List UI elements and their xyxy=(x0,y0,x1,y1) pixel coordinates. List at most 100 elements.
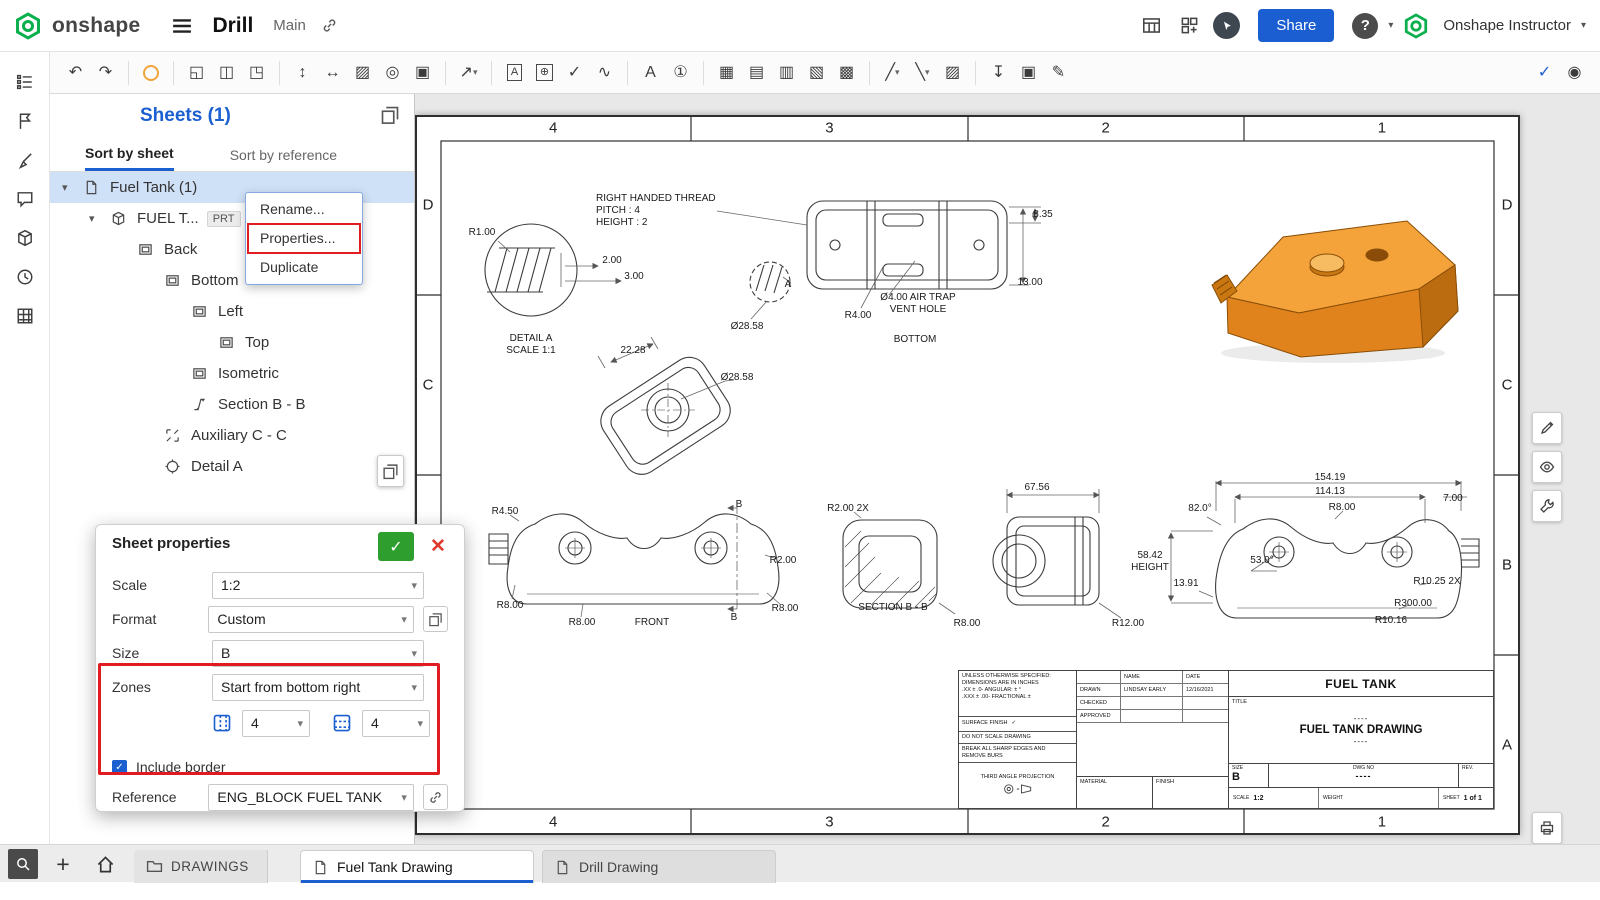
parts-list-icon[interactable] xyxy=(8,221,42,255)
edit-sheet-button[interactable] xyxy=(1532,412,1562,444)
surface-finish-label: SURFACE FINISH xyxy=(962,720,1008,727)
tree-item-isometric[interactable]: Isometric xyxy=(50,358,414,389)
tables-panel-icon[interactable] xyxy=(8,299,42,333)
broken-out-section-icon[interactable]: ▨ xyxy=(349,59,376,86)
main-menu-icon[interactable] xyxy=(172,18,192,34)
confirm-button[interactable]: ✓ xyxy=(378,532,414,561)
line-style-icon[interactable]: ╲ ▾ xyxy=(909,59,936,86)
dimension-check-icon[interactable]: ✓ xyxy=(1531,59,1558,86)
note-icon[interactable]: A xyxy=(501,59,528,86)
weld-table-icon[interactable]: ▩ xyxy=(833,59,860,86)
close-icon[interactable]: ✕ xyxy=(424,532,452,561)
title-block-company: FUEL TANK xyxy=(1229,671,1493,697)
surface-finish-icon[interactable]: ✓ xyxy=(561,59,588,86)
tables-toggle-icon[interactable] xyxy=(1137,12,1165,40)
user-menu[interactable]: Onshape Instructor xyxy=(1443,17,1571,34)
tb-drawn-date: 12/16/2021 xyxy=(1186,687,1214,693)
vertical-break-icon[interactable]: ↕ xyxy=(289,59,316,86)
help-caret-icon[interactable]: ▾ xyxy=(1388,20,1393,31)
inspection-symbol-icon[interactable]: ① xyxy=(667,59,694,86)
sketch-icon[interactable]: ✎ xyxy=(1045,59,1072,86)
update-drawing-views-icon[interactable] xyxy=(143,64,159,81)
open-sheets-overlay-button[interactable] xyxy=(380,105,400,130)
insert-view-icon-glyph: ◱ xyxy=(188,63,205,81)
tb-dash-2: ---- xyxy=(1353,737,1369,746)
drawing-tools-button[interactable] xyxy=(1532,490,1562,522)
document-tab-drill-drawing[interactable]: Drill Drawing xyxy=(542,850,776,883)
expand-caret-icon[interactable]: ▾ xyxy=(89,212,111,225)
user-menu-caret-icon[interactable]: ▾ xyxy=(1581,20,1586,31)
include-border-checkbox[interactable]: ✓ xyxy=(112,759,127,775)
workspace-name[interactable]: Main xyxy=(273,17,306,34)
onshape-logo-icon[interactable] xyxy=(14,11,42,40)
insert-image-icon[interactable]: ▣ xyxy=(1015,59,1042,86)
document-tab-fuel-tank-drawing[interactable]: Fuel Tank Drawing xyxy=(300,850,534,883)
hole-table-icon[interactable]: ▥ xyxy=(773,59,800,86)
folder-tab-drawings[interactable]: DRAWINGS xyxy=(134,850,268,883)
menu-item-properties[interactable]: Properties... xyxy=(246,224,362,253)
toolbar-separator xyxy=(975,60,976,85)
export-dxf-icon[interactable]: ↧ xyxy=(985,59,1012,86)
annotation-style-icon[interactable] xyxy=(8,143,42,177)
bom-table-icon[interactable]: ▤ xyxy=(743,59,770,86)
comments-icon[interactable] xyxy=(8,182,42,216)
app-store-icon[interactable] xyxy=(1175,12,1203,40)
weld-symbol-icon[interactable]: ∿ xyxy=(591,59,618,86)
tree-item-section-b-b[interactable]: Section B - B xyxy=(50,389,414,420)
expand-caret-icon[interactable]: ▾ xyxy=(62,181,84,194)
tab-sort-by-sheet[interactable]: Sort by sheet xyxy=(85,138,174,171)
redo-icon[interactable]: ↷ xyxy=(92,59,119,86)
search-tabs-button[interactable] xyxy=(8,849,38,879)
reference-select[interactable]: ENG_BLOCK FUEL TANK xyxy=(208,783,414,811)
format-select[interactable]: Custom xyxy=(208,605,414,633)
sheet-setup-button[interactable] xyxy=(1532,812,1562,844)
display-options-button[interactable] xyxy=(1532,451,1562,483)
tb-drawn-label: DRAWN xyxy=(1077,684,1121,696)
help-menu-button[interactable]: ? xyxy=(1352,12,1379,39)
geometric-tolerance-icon[interactable]: ⊕ xyxy=(531,59,558,86)
horizontal-break-icon[interactable]: ↔ xyxy=(319,59,346,86)
history-icon[interactable] xyxy=(8,260,42,294)
drawing-annotation: B xyxy=(735,499,743,510)
zone-rows-select[interactable]: 4 xyxy=(362,709,430,737)
tree-item-left[interactable]: Left xyxy=(50,296,414,327)
dimension-icon[interactable]: ↗ ▾ xyxy=(455,59,482,86)
move-view-icon[interactable]: ◳ xyxy=(243,59,270,86)
menu-item-label: Duplicate xyxy=(260,259,319,275)
home-tab-button[interactable] xyxy=(88,849,122,879)
crop-view-icon[interactable]: ▣ xyxy=(409,59,436,86)
inspect-settings-icon[interactable]: ◉ xyxy=(1561,59,1588,86)
hatch-fill-icon[interactable]: ▨ xyxy=(939,59,966,86)
menu-item-duplicate[interactable]: Duplicate xyxy=(246,253,362,282)
drawing-sheet[interactable]: 4 4 3 3 2 2 1 1 D D C C B B A A RIGHT HANDED THREAD PIT… xyxy=(415,115,1520,835)
text-icon[interactable]: A xyxy=(637,59,664,86)
tree-item-label: Auxiliary C - C xyxy=(191,427,287,444)
tree-item-auxiliary-c-c[interactable]: Auxiliary C - C xyxy=(50,420,414,451)
zone-columns-select[interactable]: 4 xyxy=(242,709,310,737)
toolbar-icons: ↶ ↷ ◱ ◫ ◳ ↕ ↔ ▨ ◎ ▣ ↗ ▾ A ⊕ ✓ ∿ A ① ▦ ▤ ▥ ▧ ▩ ╱ ▾ ╲ ▾ ▨ ↧ ▣ ✎ ✓ ◉ xyxy=(62,59,1588,86)
learning-center-icon[interactable] xyxy=(1213,12,1241,39)
tab-sort-by-reference[interactable]: Sort by reference xyxy=(230,138,337,171)
new-tab-button[interactable]: + xyxy=(48,849,78,879)
share-link-icon[interactable] xyxy=(316,12,344,40)
menu-item-rename[interactable]: Rename... xyxy=(246,195,362,224)
projected-view-icon[interactable]: ◫ xyxy=(213,59,240,86)
reference-link-icon[interactable] xyxy=(422,784,448,810)
revision-table-icon[interactable]: ▧ xyxy=(803,59,830,86)
tree-item-detail-a[interactable]: Detail A xyxy=(50,451,414,482)
centerline-icon[interactable]: ╱ ▾ xyxy=(879,59,906,86)
copy-format-button[interactable] xyxy=(422,606,448,632)
undo-icon[interactable]: ↶ xyxy=(62,59,89,86)
size-select[interactable]: B xyxy=(212,639,424,667)
sheets-panel-icon[interactable] xyxy=(8,65,42,99)
zones-origin-select[interactable]: Start from bottom right xyxy=(212,673,424,701)
table-icon[interactable]: ▦ xyxy=(713,59,740,86)
tree-item-top[interactable]: Top xyxy=(50,327,414,358)
scale-select[interactable]: 1:2 xyxy=(212,571,424,599)
share-button[interactable]: Share xyxy=(1258,9,1335,42)
detail-view-icon[interactable]: ◎ xyxy=(379,59,406,86)
folder-tab-label: DRAWINGS xyxy=(171,859,249,874)
sheets-flyout-button[interactable] xyxy=(377,455,404,487)
insert-view-icon[interactable]: ◱ xyxy=(183,59,210,86)
bookmarks-icon[interactable] xyxy=(8,104,42,138)
